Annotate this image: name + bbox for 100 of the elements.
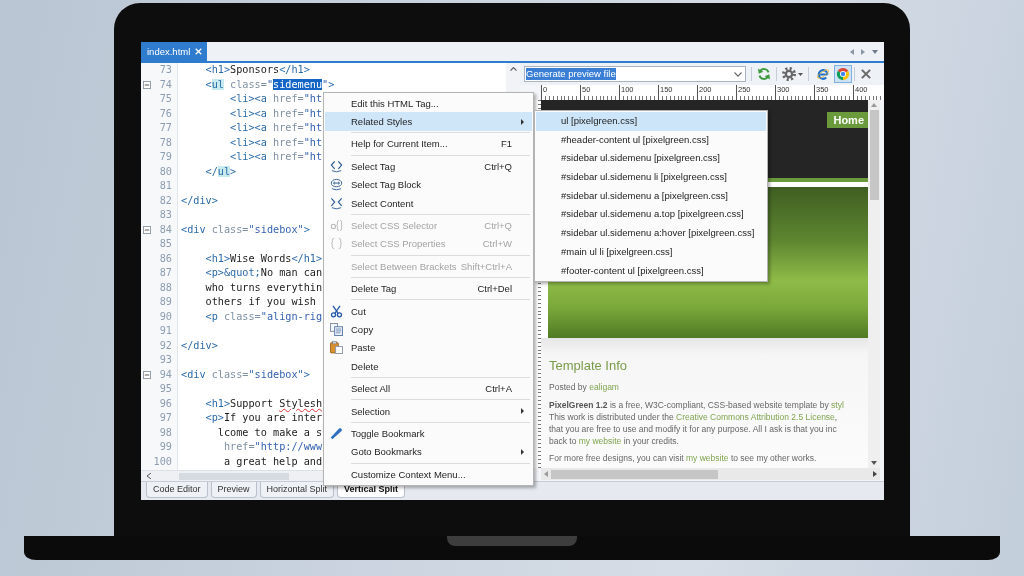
paragraph-line: For more free designs, you can visit my website to see my other works.: [549, 452, 818, 464]
line-number: 100: [153, 454, 173, 469]
scrollbar-thumb[interactable]: [179, 472, 289, 480]
menu-item[interactable]: Cut: [325, 301, 532, 321]
line-number: 84: [159, 222, 173, 237]
paragraph-line: that you are free to use and modify it for any purpose. All I ask is that you inc: [549, 423, 838, 435]
code-line: <li><a href="ht: [230, 92, 323, 106]
scroll-left-icon[interactable]: [147, 473, 151, 479]
code-line: <p>&quot;No man can: [205, 266, 323, 280]
view-tab[interactable]: Horizontal Split: [259, 482, 335, 498]
menu-item[interactable]: Toggle Bookmark: [325, 424, 532, 443]
code-line: <h1>Wise Words</h1>: [205, 251, 323, 266]
code-line: <h1>Support Stylesh: [205, 396, 323, 411]
code-line: a great help and: [223, 454, 323, 469]
menu-item[interactable]: Delete Tag Ctrl+Del: [325, 279, 532, 298]
line-number: 89: [159, 295, 173, 309]
content-brackets-icon: [329, 196, 343, 210]
menu-item[interactable]: Select Tag Ctrl+Q: [325, 157, 532, 176]
menu-item[interactable]: Copy: [325, 320, 532, 339]
code-line: <p>If you are inter: [205, 411, 323, 425]
menu-item[interactable]: #header-content ul [pixelgreen.css]: [536, 130, 766, 150]
view-tab[interactable]: Preview: [210, 482, 257, 498]
shortcut-label: Ctrl+W: [482, 238, 512, 250]
shortcut-label: Ctrl+Q: [484, 220, 512, 232]
close-icon[interactable]: [860, 68, 872, 80]
menu-item[interactable]: #sidebar ul.sidemenu a [pixelgreen.css]: [536, 186, 766, 206]
menu-item[interactable]: #main ul li [pixelgreen.css]: [536, 242, 766, 262]
line-number: 83: [159, 208, 173, 222]
code-line: others if you wish: [205, 295, 316, 309]
preview-file-dropdown[interactable]: Generate preview file: [524, 66, 746, 82]
menu-item[interactable]: #sidebar ul.sidemenu [pixelgreen.css]: [536, 149, 766, 169]
line-number: 99: [159, 440, 173, 454]
menu-item[interactable]: Help for Current Item... F1: [325, 134, 532, 154]
collapse-icon[interactable]: [143, 225, 151, 234]
scrollbar-thumb[interactable]: [869, 110, 879, 200]
paragraph-line: back to my website in your credits.: [549, 435, 680, 447]
line-number: 92: [159, 338, 173, 353]
code-line: <h1>Sponsors</h1>: [205, 63, 310, 77]
scroll-up-icon[interactable]: [871, 103, 877, 107]
line-number: 91: [159, 324, 173, 338]
shortcut-label: Ctrl+Del: [477, 283, 512, 295]
scroll-down-icon[interactable]: [871, 461, 877, 465]
scissors-icon: [329, 304, 343, 318]
collapse-icon[interactable]: [143, 80, 151, 89]
menu-item[interactable]: Delete: [325, 357, 532, 376]
browser-button[interactable]: [834, 65, 852, 83]
code-line: <div class="sidebox">: [181, 367, 310, 382]
menu-item[interactable]: #sidebar ul.sidemenu a.top [pixelgreen.css]: [536, 205, 766, 225]
line-number: 81: [159, 179, 173, 193]
refresh-icon[interactable]: [757, 67, 771, 81]
menu-item[interactable]: Paste: [325, 338, 532, 358]
scroll-right-icon[interactable]: [873, 471, 877, 477]
chevron-down-icon[interactable]: [734, 71, 742, 77]
code-line: <li><a href="ht: [230, 150, 323, 164]
line-number: 79: [159, 150, 173, 164]
scrollbar-thumb[interactable]: [551, 469, 718, 479]
scroll-left-icon[interactable]: [544, 471, 548, 477]
menu-item[interactable]: Selection: [325, 401, 532, 421]
browser-circle-icon: [836, 67, 850, 81]
dropdown-icon[interactable]: [872, 49, 878, 54]
menu-item[interactable]: #sidebar ul.sidemenu a:hover [pixelgreen.css]: [536, 224, 766, 243]
collapse-icon[interactable]: [143, 370, 151, 379]
line-number: 82: [159, 193, 173, 208]
paragraph-line: This work is distributed under the Creative Commons Attribution 2.5 License,: [549, 411, 839, 423]
css-selector-icon: [329, 219, 343, 233]
menu-item[interactable]: Edit this HTML Tag...: [325, 94, 532, 113]
menu-item[interactable]: Goto Bookmarks: [325, 442, 532, 462]
code-line: who turns everythin: [205, 280, 323, 295]
code-line: <li><a href="ht: [230, 121, 323, 135]
shortcut-label: Ctrl+Q: [484, 160, 512, 172]
line-number: 76: [159, 106, 173, 121]
menu-item[interactable]: ul [pixelgreen.css]: [536, 112, 766, 131]
file-tab[interactable]: index.html: [141, 42, 208, 61]
code-line: <li><a href="ht: [230, 135, 323, 150]
line-number: 98: [159, 425, 173, 440]
menu-item[interactable]: Select Tag Block: [325, 175, 532, 194]
menu-item[interactable]: Customize Context Menu...: [325, 465, 532, 484]
line-number: 97: [159, 411, 173, 425]
scroll-up-icon[interactable]: [509, 67, 517, 71]
menu-item[interactable]: #sidebar ul.sidemenu li [pixelgreen.css]: [536, 168, 766, 187]
line-number: 90: [159, 309, 173, 324]
code-line: href="http://www: [223, 440, 323, 454]
menu-item[interactable]: Related Styles: [325, 112, 532, 131]
caret-icon[interactable]: [798, 72, 803, 76]
line-number: 80: [159, 164, 173, 179]
line-number: 85: [159, 237, 173, 251]
menu-item[interactable]: Select Content: [325, 193, 532, 213]
scroll-left-icon[interactable]: [850, 48, 854, 55]
settings-icon[interactable]: [782, 67, 796, 81]
browser-e-icon: [816, 67, 830, 81]
view-tab[interactable]: Code Editor: [146, 482, 208, 498]
line-number: 87: [159, 266, 173, 280]
menu-item[interactable]: #footer-content ul [pixelgreen.css]: [536, 261, 766, 281]
line-number: 74: [159, 77, 173, 92]
tag-block-icon: [329, 178, 343, 192]
code-line: <div class="sidebox">: [181, 222, 310, 237]
line-number: 96: [159, 396, 173, 411]
copy-icon: [329, 323, 343, 336]
shortcut-label: F1: [500, 138, 512, 150]
menu-item[interactable]: Select All Ctrl+A: [325, 379, 532, 398]
